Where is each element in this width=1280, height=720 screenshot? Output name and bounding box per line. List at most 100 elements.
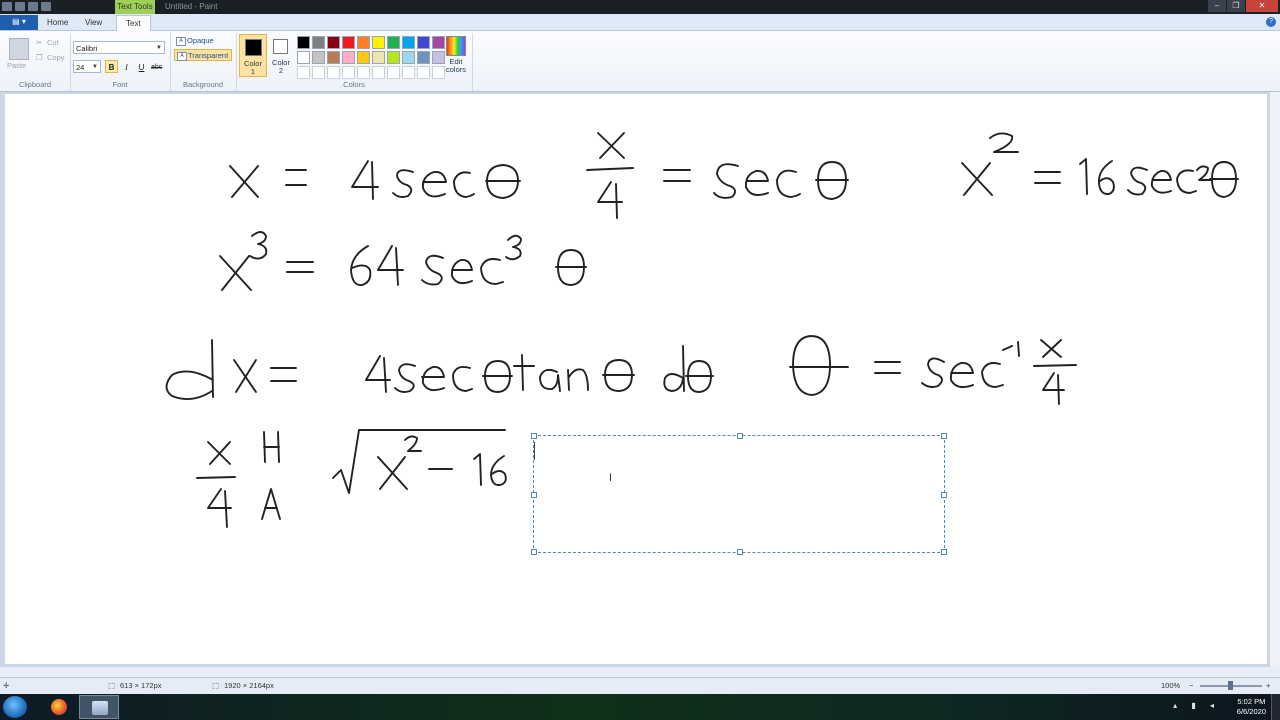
palette-swatch[interactable] [357,36,370,49]
palette-swatch[interactable] [297,36,310,49]
text-box-selection[interactable] [531,433,947,555]
edit-colors-label-line2: colors [445,65,466,74]
title-bar: Text Tools Untitled - Paint – ❐ ✕ [0,0,1280,14]
palette-swatch[interactable] [402,66,415,79]
palette-swatch[interactable] [372,66,385,79]
zoom-in-icon[interactable]: + [1266,678,1270,694]
taskbar-firefox[interactable] [39,695,79,719]
paint-icon [92,701,108,715]
paste-button[interactable]: Paste [7,61,26,70]
palette-swatch[interactable] [372,51,385,64]
copy-button[interactable]: Copy [47,53,65,62]
close-button[interactable]: ✕ [1246,0,1278,12]
tab-text[interactable]: Text [116,15,151,31]
maximize-button[interactable]: ❐ [1227,0,1245,12]
resize-handle[interactable] [737,433,743,439]
font-family-value: Calibri [76,44,98,53]
taskbar-paint[interactable] [79,695,119,719]
paint-menu-button[interactable]: ▤ ▾ [0,15,38,30]
palette-swatch[interactable] [357,51,370,64]
transparent-icon: A [177,52,187,61]
palette-swatch[interactable] [327,36,340,49]
palette-swatch[interactable] [402,51,415,64]
font-family-select[interactable]: Calibri ▼ [73,41,165,54]
palette-swatch[interactable] [342,36,355,49]
copy-icon: ❐ [36,53,43,62]
font-size-value: 24 [76,63,85,72]
crosshair-icon: ✛ [3,681,10,690]
clipboard-group: Paste ✂ Cut ❐ Copy Clipboard [0,33,71,91]
tab-view[interactable]: View [76,15,111,30]
palette-swatch[interactable] [297,66,310,79]
context-tab-text-tools: Text Tools [115,0,155,14]
drawing-canvas[interactable] [5,94,1267,664]
help-icon[interactable]: ? [1266,17,1276,27]
cut-button[interactable]: Cut [47,38,59,47]
color2-label-line2: 2 [278,66,284,75]
selection-icon: ⬚ [108,681,116,690]
palette-swatch[interactable] [327,66,340,79]
palette-swatch[interactable] [372,36,385,49]
palette-swatch[interactable] [432,66,445,79]
strikethrough-button[interactable]: abc [150,60,163,73]
minimize-button[interactable]: – [1208,0,1226,12]
resize-handle[interactable] [531,492,537,498]
font-group: Calibri ▼ 24 ▼ B I U abc Font [70,33,171,91]
ribbon-tab-row: ▤ ▾ Home View Text ? [0,14,1280,31]
palette-swatch[interactable] [297,51,310,64]
color1-swatch [245,39,262,56]
tab-home[interactable]: Home [38,15,77,30]
palette-swatch[interactable] [387,36,400,49]
opaque-button[interactable]: A Opaque [174,35,217,47]
opaque-label: Opaque [187,36,214,45]
resize-handle[interactable] [941,549,947,555]
system-tray[interactable]: ▴ ▮ ◂ [1173,701,1220,710]
underline-button[interactable]: U [135,60,148,73]
text-caret [534,442,535,460]
font-size-select[interactable]: 24 ▼ [73,60,101,73]
palette-swatch[interactable] [432,51,445,64]
palette-swatch[interactable] [312,36,325,49]
color2-button[interactable]: Color 2 [270,34,292,77]
selection-size: 613 × 172px [120,681,162,690]
edit-colors-button[interactable]: Edit colors [445,36,467,74]
palette-swatch[interactable] [342,51,355,64]
scissors-icon: ✂ [36,38,43,47]
resize-handle[interactable] [737,549,743,555]
chevron-down-icon: ▼ [92,64,98,70]
palette-swatch[interactable] [312,51,325,64]
color2-swatch [273,39,288,54]
show-desktop-button[interactable] [1271,694,1280,720]
transparent-button[interactable]: A Transparent [174,49,233,61]
resize-handle[interactable] [941,492,947,498]
palette-swatch[interactable] [432,36,445,49]
palette-swatch[interactable] [387,51,400,64]
save-icon[interactable] [15,2,25,11]
palette-swatch[interactable] [417,66,430,79]
system-clock[interactable]: 5:02 PM 6/6/2020 [1237,697,1266,717]
resize-handle[interactable] [941,433,947,439]
palette-swatch[interactable] [327,51,340,64]
resize-handle[interactable] [531,433,537,439]
palette-swatch[interactable] [417,36,430,49]
palette-swatch[interactable] [387,66,400,79]
zoom-slider-thumb[interactable] [1228,681,1233,690]
resize-handle[interactable] [531,549,537,555]
zoom-out-icon[interactable]: − [1189,678,1193,694]
palette-swatch[interactable] [312,66,325,79]
italic-button[interactable]: I [120,60,133,73]
palette-swatch[interactable] [357,66,370,79]
redo-icon[interactable] [41,2,51,11]
paint-app-icon[interactable] [2,2,12,11]
color1-button[interactable]: Color 1 [239,34,267,77]
bold-button[interactable]: B [105,60,118,73]
start-button[interactable] [3,696,27,718]
canvas-size-icon: ⬚ [212,681,220,690]
vertical-scrollbar[interactable] [1270,92,1280,667]
paste-icon[interactable] [9,38,29,60]
taskbar: ▴ ▮ ◂ 5:02 PM 6/6/2020 [0,694,1280,720]
palette-swatch[interactable] [402,36,415,49]
undo-icon[interactable] [28,2,38,11]
palette-swatch[interactable] [342,66,355,79]
palette-swatch[interactable] [417,51,430,64]
